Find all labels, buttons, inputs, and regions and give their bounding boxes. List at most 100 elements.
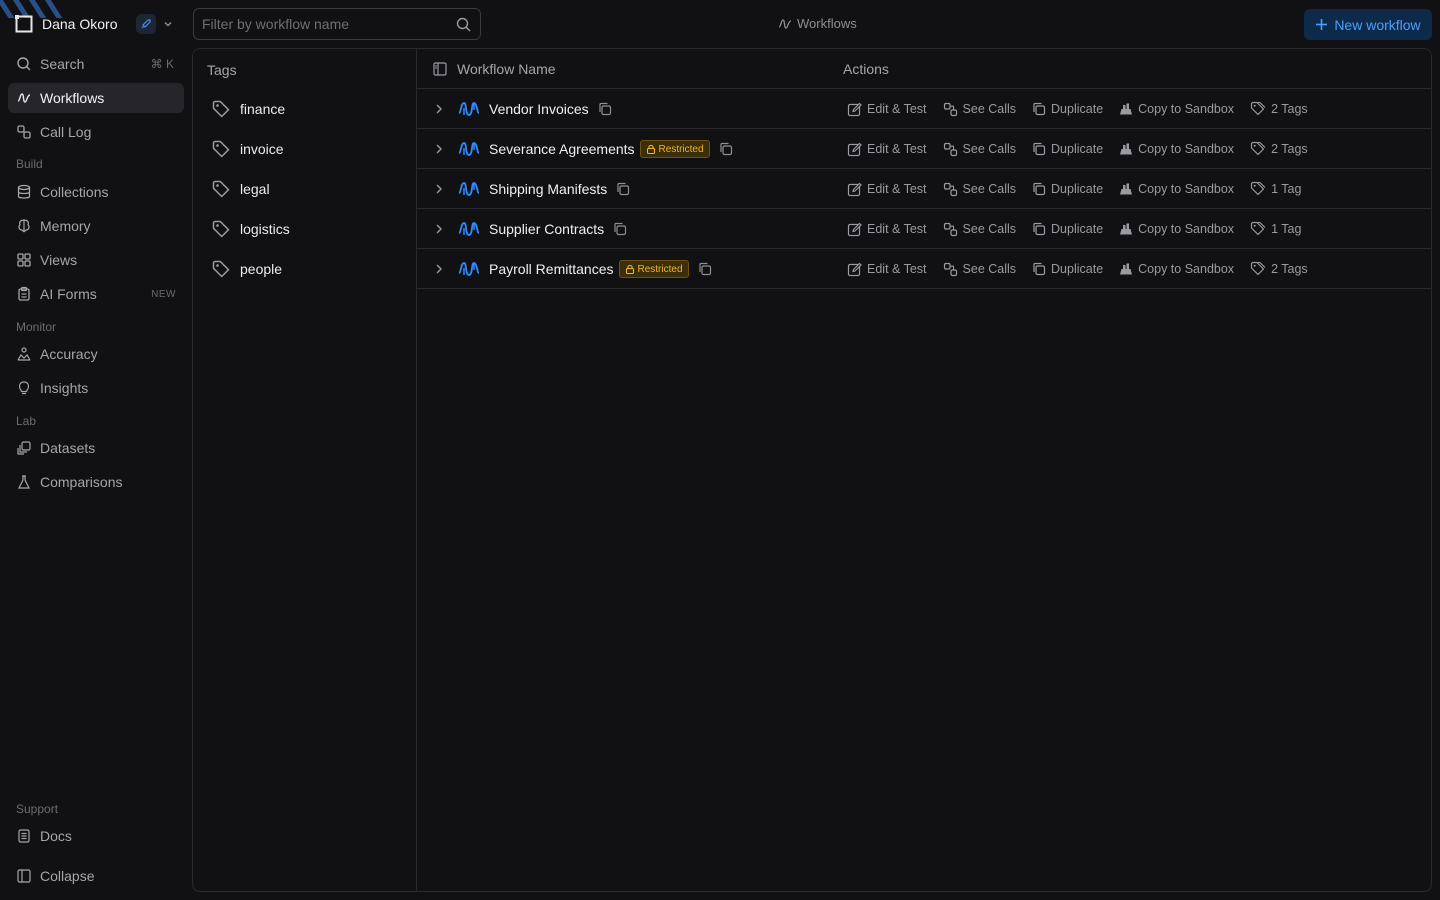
copy-to-sandbox-action[interactable]: Copy to Sandbox	[1119, 182, 1234, 196]
table-row[interactable]: Payroll Remittances Restricted Edit & Test…	[417, 249, 1431, 289]
rocket-icon[interactable]	[136, 14, 156, 34]
copy-icon[interactable]	[616, 182, 630, 196]
table-row[interactable]: Vendor Invoices Edit & Test See Calls Dupli…	[417, 89, 1431, 129]
lock-icon	[625, 264, 638, 274]
expand-row-chevron-icon[interactable]	[434, 143, 444, 155]
calls-icon	[943, 222, 963, 237]
see-calls-action[interactable]: See Calls	[943, 262, 1017, 277]
see-calls-action[interactable]: See Calls	[943, 102, 1016, 117]
tag-item-legal[interactable]: legal	[211, 177, 270, 201]
workflow-filter[interactable]	[193, 8, 481, 40]
sidebar-item-collections[interactable]: Collections	[8, 177, 184, 207]
edit-test-action[interactable]: Edit & Test	[847, 262, 927, 277]
tags-action[interactable]: 1 Tag	[1250, 221, 1301, 237]
copy-to-sandbox-action[interactable]: Copy to Sandbox	[1119, 262, 1234, 276]
sidebar-item-workflows[interactable]: Workflows	[8, 83, 184, 113]
workflow-name[interactable]: Supplier Contracts	[489, 221, 604, 237]
new-workflow-button[interactable]: New workflow	[1304, 9, 1432, 40]
expand-row-chevron-icon[interactable]	[434, 263, 444, 275]
tag-item-people[interactable]: people	[211, 257, 282, 281]
workflow-name[interactable]: Severance Agreements	[489, 141, 635, 157]
tag-icon	[211, 259, 240, 279]
expand-row-chevron-icon[interactable]	[434, 223, 444, 235]
sidebar-item-views[interactable]: Views	[8, 245, 184, 275]
sidebar-item-call-log[interactable]: Call Log	[8, 117, 184, 147]
edit-test-action[interactable]: Edit & Test	[847, 182, 927, 197]
sidebar-collapse-button[interactable]: Collapse	[8, 861, 184, 891]
workflow-name[interactable]: Shipping Manifests	[489, 181, 607, 197]
sidebar-item-label: Docs	[40, 828, 72, 844]
column-header-name[interactable]: Workflow Name	[457, 61, 556, 77]
sidebar-item-label: Datasets	[40, 440, 96, 456]
expand-row-chevron-icon[interactable]	[434, 183, 444, 195]
table-row[interactable]: Supplier Contracts Edit & Test See Calls Du…	[417, 209, 1431, 249]
duplicate-action[interactable]: Duplicate	[1032, 182, 1103, 196]
datasets-icon	[16, 440, 32, 456]
workflow-icon	[778, 17, 797, 31]
copy-to-sandbox-action[interactable]: Copy to Sandbox	[1119, 102, 1234, 116]
workflow-icon	[458, 100, 480, 118]
chevron-down-icon[interactable]	[162, 18, 174, 30]
restricted-badge: Restricted	[618, 260, 689, 278]
call-log-icon	[16, 124, 32, 140]
tag-item-logistics[interactable]: logistics	[211, 217, 290, 241]
edit-test-action[interactable]: Edit & Test	[847, 102, 927, 117]
duplicate-action[interactable]: Duplicate	[1032, 142, 1103, 156]
edit-test-action[interactable]: Edit & Test	[847, 142, 927, 157]
workspace-switcher[interactable]: Dana Okoro	[14, 12, 184, 36]
workflow-icon	[458, 220, 480, 238]
sidebar-search[interactable]: Search ⌘ K	[8, 49, 184, 79]
sidebar-item-insights[interactable]: Insights	[8, 373, 184, 403]
workflow-name[interactable]: Payroll Remittances	[489, 261, 614, 277]
table-row[interactable]: Severance Agreements Restricted Edit & Tes…	[417, 129, 1431, 169]
panel-toggle-icon[interactable]	[433, 62, 447, 76]
copy-icon[interactable]	[598, 102, 612, 116]
tags-icon	[1250, 181, 1271, 197]
workflow-filter-input[interactable]	[202, 9, 452, 39]
copy-to-sandbox-action[interactable]: Copy to Sandbox	[1119, 142, 1234, 156]
user-name: Dana Okoro	[42, 16, 118, 32]
search-icon[interactable]	[456, 17, 471, 32]
edit-icon	[847, 142, 867, 157]
tags-action[interactable]: 1 Tag	[1250, 181, 1301, 197]
edit-test-action[interactable]: Edit & Test	[847, 222, 927, 237]
tag-label: people	[240, 261, 283, 277]
tag-item-invoice[interactable]: invoice	[211, 137, 284, 161]
duplicate-action[interactable]: Duplicate	[1032, 262, 1103, 276]
see-calls-label: See Calls	[962, 262, 1017, 276]
tags-action[interactable]: 2 Tags	[1250, 261, 1308, 277]
copy-icon[interactable]	[698, 262, 712, 276]
tags-action[interactable]: 2 Tags	[1250, 141, 1308, 157]
sidebar-item-docs[interactable]: Docs	[8, 821, 184, 851]
sidebar-item-memory[interactable]: Memory	[8, 211, 184, 241]
tags-icon	[1250, 101, 1271, 117]
edit-icon	[847, 102, 867, 117]
brain-icon	[16, 218, 32, 234]
workflow-name-cell: Supplier Contracts	[489, 209, 627, 249]
tags-action[interactable]: 2 Tags	[1250, 101, 1308, 117]
expand-row-chevron-icon[interactable]	[434, 103, 444, 115]
duplicate-action[interactable]: Duplicate	[1032, 222, 1103, 236]
copy-to-sandbox-action[interactable]: Copy to Sandbox	[1119, 222, 1234, 236]
see-calls-action[interactable]: See Calls	[943, 182, 1016, 197]
clipboard-icon	[16, 286, 32, 302]
restricted-label: Restricted	[637, 263, 683, 275]
copy-icon[interactable]	[719, 142, 733, 156]
page-title-label: Workflows	[797, 16, 857, 31]
see-calls-action[interactable]: See Calls	[943, 222, 1016, 237]
flask-icon	[16, 474, 32, 490]
row-actions: Edit & Test See Calls Duplicate Copy to San…	[847, 209, 1317, 249]
see-calls-action[interactable]: See Calls	[943, 142, 1016, 157]
sidebar-item-accuracy[interactable]: Accuracy	[8, 339, 184, 369]
duplicate-action[interactable]: Duplicate	[1032, 102, 1103, 116]
sidebar-item-ai-forms[interactable]: AI Forms NEW	[8, 279, 184, 309]
restricted-label: Restricted	[658, 143, 704, 155]
workflow-name[interactable]: Vendor Invoices	[489, 101, 589, 117]
copy-icon[interactable]	[613, 222, 627, 236]
sidebar-item-comparisons[interactable]: Comparisons	[8, 467, 184, 497]
sidebar-item-label: Collapse	[40, 868, 95, 884]
tag-label: finance	[240, 101, 286, 117]
table-row[interactable]: Shipping Manifests Edit & Test See Calls Du…	[417, 169, 1431, 209]
sidebar-item-datasets[interactable]: Datasets	[8, 433, 184, 463]
tag-item-finance[interactable]: finance	[211, 97, 285, 121]
